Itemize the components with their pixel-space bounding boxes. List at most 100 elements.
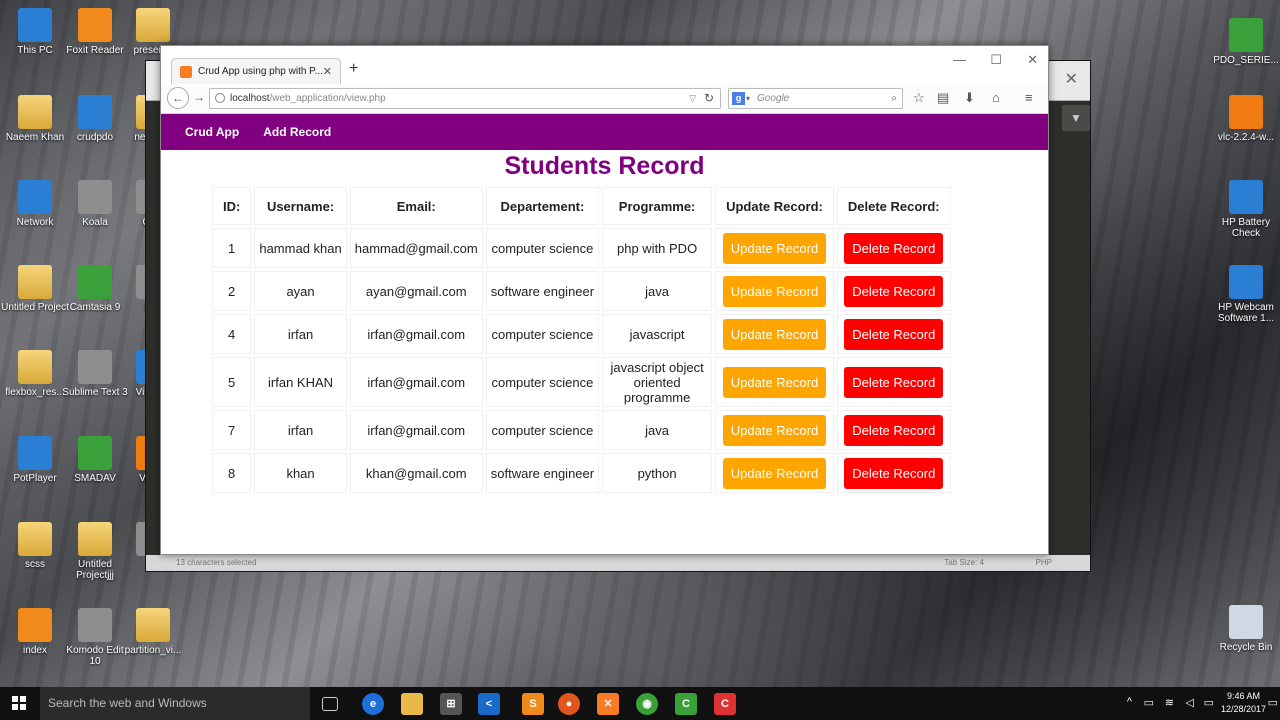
cell-delete: Delete Record [836,410,951,450]
desktop-shortcut[interactable]: vlc-2.2.4-w... [1211,95,1280,143]
new-tab-button[interactable]: + [349,60,358,78]
cell-username: ayan [254,271,347,311]
store-icon[interactable]: ⊞ [440,693,462,715]
update-record-button[interactable]: Update Record [722,457,827,489]
desktop-shortcut[interactable]: PDO_SERIE... [1211,18,1280,66]
engine-dropdown-icon[interactable]: ▾ [746,89,750,108]
table-row: 4 irfan irfan@gmail.com computer science jav… [212,314,951,354]
cell-id: 5 [212,357,252,407]
taskbar-search-input[interactable]: Search the web and Windows [40,687,310,720]
download-icon[interactable]: ⬇ [964,90,975,106]
chevron-up-icon[interactable]: ^ [1127,696,1132,708]
navigation-toolbar: ← → localhost/web_application/view.php ▽… [161,84,1048,114]
url-dropdown-icon[interactable]: ▽ [689,89,696,108]
delete-record-button[interactable]: Delete Record [844,275,944,307]
cell-prog: java [602,271,713,311]
nav-add-record[interactable]: Add Record [263,125,331,139]
desktop-shortcut[interactable]: partition_vi... [118,608,188,656]
sublime-taskbar-icon[interactable]: S [522,693,544,715]
menu-icon[interactable]: ≡ [1025,90,1033,105]
vscode-icon[interactable]: < [478,693,500,715]
edge-icon[interactable]: e [362,693,384,715]
wifi-icon[interactable]: ≋ [1165,696,1174,709]
cell-dept: software engineer [485,271,600,311]
folder-icon [18,265,52,299]
globe-icon [215,93,225,103]
cell-update: Update Record [715,314,834,354]
smadav-icon [78,436,112,470]
delete-record-button[interactable]: Delete Record [844,366,944,398]
desktop-shortcut[interactable]: HP Battery Check [1211,180,1280,239]
delete-record-button[interactable]: Delete Record [844,232,944,264]
notifications-icon[interactable]: ▭ [1268,696,1278,709]
url-bar[interactable]: localhost/web_application/view.php ▽ ↻ [209,88,721,109]
computer-icon [18,8,52,42]
table-header-row: ID: Username: Email: Departement: Programme:… [212,187,951,225]
nav-crud-app[interactable]: Crud App [185,125,239,139]
volume-icon[interactable]: ◁ [1186,696,1194,709]
windows-start-icon[interactable] [12,696,26,710]
task-view-icon[interactable] [322,697,338,711]
vscode-file-icon [78,95,112,129]
keyboard-icon[interactable]: ▭ [1204,696,1214,709]
desktop-shortcut-label: partition_vi... [124,645,182,656]
xampp-icon[interactable]: ✕ [597,693,619,715]
cell-id: 2 [212,271,252,311]
potplayer-icon [18,436,52,470]
update-record-button[interactable]: Update Record [722,318,827,350]
column-header: ID: [212,187,252,225]
forward-button[interactable]: → [193,90,205,104]
clock-time: 9:46 AM [1226,691,1260,701]
update-record-button[interactable]: Update Record [722,275,827,307]
folder-icon [78,522,112,556]
update-record-button[interactable]: Update Record [722,414,827,446]
google-icon[interactable]: g [732,92,745,105]
update-record-button[interactable]: Update Record [722,232,827,264]
cell-dept: computer science [485,410,600,450]
back-button[interactable]: ← [167,87,189,109]
tab-close-icon[interactable]: ✕ [323,59,332,85]
minimize-icon[interactable]: — [953,52,966,67]
cell-update: Update Record [715,271,834,311]
close-icon[interactable]: ✕ [1027,52,1038,68]
camtasia-recorder-icon[interactable]: C [714,693,736,715]
update-record-button[interactable]: Update Record [722,366,827,398]
delete-record-button[interactable]: Delete Record [844,414,944,446]
home-icon[interactable]: ⌂ [992,90,1000,105]
desktop-shortcut-label: HP Webcam Software 1... [1217,302,1275,324]
browser-tab[interactable]: Crud App using php with P... ✕ [171,58,341,84]
column-header: Update Record: [715,187,834,225]
app-green-icon[interactable]: ◉ [636,693,658,715]
bookmark-star-icon[interactable]: ☆ [913,90,925,106]
cell-email: irfan@gmail.com [349,314,483,354]
firefox-icon[interactable]: ● [558,693,580,715]
close-icon[interactable]: ✕ [1065,69,1078,89]
desktop-shortcut[interactable]: Recycle Bin [1211,605,1280,653]
recycle-bin-icon [1229,605,1263,639]
battery-icon[interactable]: ▭ [1144,696,1154,709]
taskbar-clock[interactable]: 9:46 AM 12/28/2017 [1221,690,1266,716]
search-icon[interactable]: ⌕ [891,89,897,108]
sublime-icon [78,350,112,384]
status-syntax[interactable]: PHP [1036,555,1052,571]
maximize-icon[interactable]: ☐ [990,52,1002,68]
search-bar[interactable]: g ▾ Google ⌕ [728,88,903,109]
reading-list-icon[interactable]: ▤ [937,90,949,106]
browser-window: Crud App using php with P... ✕ + — ☐ ✕ ←… [160,45,1049,555]
delete-record-button[interactable]: Delete Record [844,318,944,350]
chevron-down-icon[interactable]: ▼ [1062,105,1090,131]
sublime-file-icon [18,608,52,642]
camtasia-icon[interactable]: C [675,693,697,715]
reload-icon[interactable]: ↻ [704,89,714,108]
status-tab-size[interactable]: Tab Size: 4 [944,555,984,571]
file-explorer-icon[interactable] [401,693,423,715]
komodo-icon [78,608,112,642]
hp-icon [1229,265,1263,299]
cell-delete: Delete Record [836,271,951,311]
url-host: localhost [230,93,270,104]
table-row: 8 khan khan@gmail.com software engineer pyth… [212,453,951,493]
delete-record-button[interactable]: Delete Record [844,457,944,489]
folder-icon [18,522,52,556]
desktop-shortcut[interactable]: HP Webcam Software 1... [1211,265,1280,324]
students-table: ID: Username: Email: Departement: Programme:… [209,184,954,496]
